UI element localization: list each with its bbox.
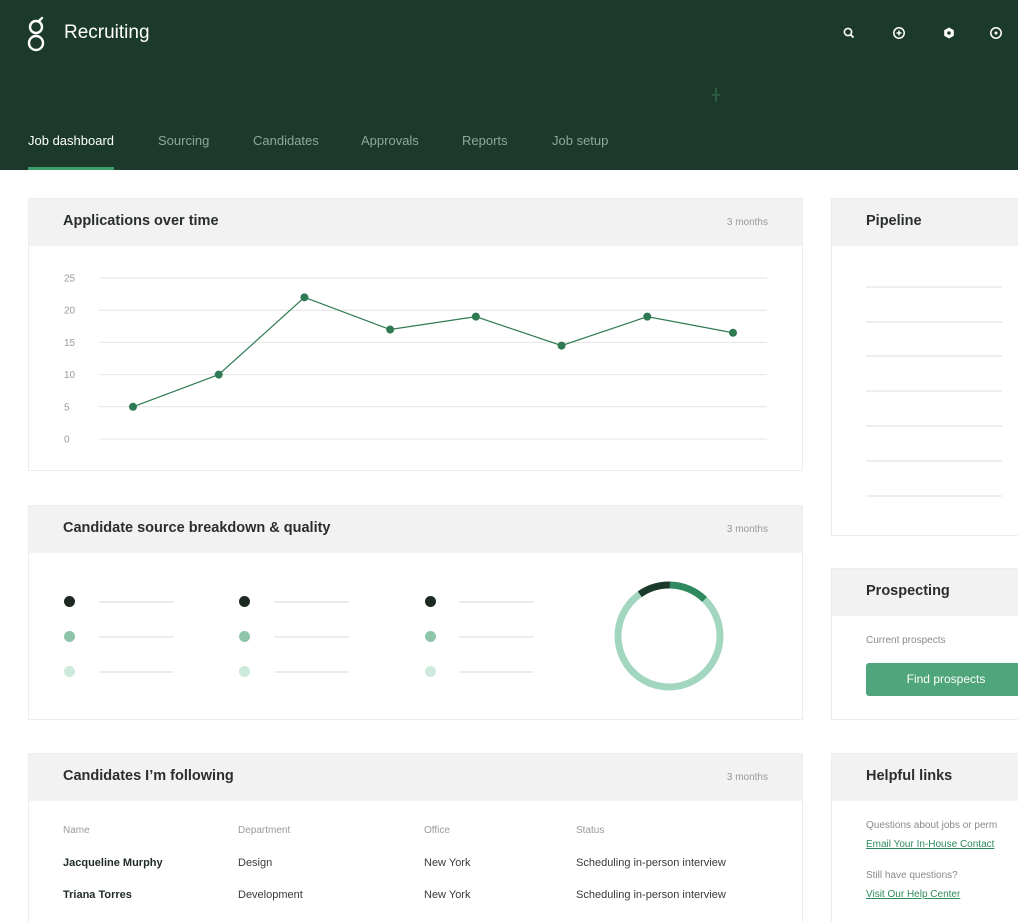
right-edge-mask (1018, 0, 1024, 921)
applications-title: Applications over time (63, 213, 219, 229)
column-header-status[interactable]: Status (576, 825, 604, 836)
y-tick-label: 10 (64, 370, 76, 381)
help-icon[interactable] (989, 26, 1003, 40)
legend-placeholder (99, 601, 174, 603)
legend-dot-mid (239, 631, 250, 642)
following-range[interactable]: 3 months (727, 772, 768, 783)
candidate-name[interactable]: Jacqueline Murphy (63, 857, 163, 869)
legend-placeholder (459, 601, 534, 603)
legend-placeholder (99, 636, 174, 638)
source-breakdown-header: Candidate source breakdown & quality 3 m… (29, 506, 802, 553)
candidate-department: Design (238, 857, 273, 869)
helpful-links-title: Helpful links (866, 768, 953, 784)
top-bar: Recruiting Job dashboard Sourcing Candid… (0, 0, 1018, 170)
donut-segment-mid (614, 581, 724, 691)
data-point[interactable] (557, 341, 566, 350)
y-tick-label: 25 (64, 274, 76, 285)
tab-job-dashboard[interactable]: Job dashboard (28, 132, 115, 170)
applications-card: Applications over time 3 months 25 20 15 10… (28, 198, 803, 471)
data-point[interactable] (471, 312, 480, 321)
app-title: Recruiting (64, 22, 150, 43)
settings-icon[interactable] (942, 26, 956, 40)
column-header-name[interactable]: Name (63, 825, 90, 836)
pipeline-placeholder-row (866, 460, 1002, 462)
candidate-office: New York (424, 889, 471, 901)
data-point[interactable] (300, 293, 309, 302)
legend-dot-light (64, 666, 75, 677)
prospecting-header: Prospecting (832, 569, 1024, 616)
applications-card-header: Applications over time 3 months (29, 199, 802, 246)
email-contact-link[interactable]: Email Your In-House Contact (866, 839, 994, 850)
donut-segment-dark (614, 581, 724, 691)
data-point[interactable] (729, 328, 737, 337)
pipeline-header: Pipeline (832, 199, 1024, 246)
legend-dot-dark (239, 596, 250, 607)
applications-range[interactable]: 3 months (727, 217, 768, 228)
tab-approvals[interactable]: Approvals (361, 132, 419, 168)
candidate-office: New York (424, 857, 471, 869)
pipeline-placeholder-row (866, 425, 1002, 427)
data-point[interactable] (214, 370, 223, 379)
pipeline-placeholder-row (866, 286, 1002, 288)
legend-placeholder (99, 671, 174, 673)
still-questions-text: Still have questions? (866, 870, 958, 881)
helpful-links-header: Helpful links (832, 754, 1024, 801)
pipeline-card: Pipeline (831, 198, 1024, 536)
candidate-status: Scheduling in-person interview (576, 889, 726, 901)
cursor-mark-icon (712, 88, 720, 102)
candidate-name[interactable]: Triana Torres (63, 889, 132, 901)
source-donut-chart (614, 581, 724, 691)
add-icon[interactable] (892, 26, 906, 40)
y-tick-label: 15 (64, 338, 76, 349)
pipeline-placeholder-row (866, 355, 1002, 357)
legend-dot-light (239, 666, 250, 677)
help-center-link[interactable]: Visit Our Help Center (866, 889, 960, 900)
legend-dot-mid (64, 631, 75, 642)
prospecting-title: Prospecting (866, 583, 950, 599)
legend-dot-dark (425, 596, 436, 607)
find-prospects-button[interactable]: Find prospects (866, 663, 1024, 696)
pipeline-placeholder-row (866, 495, 1002, 497)
search-icon[interactable] (842, 26, 856, 40)
legend-placeholder (274, 636, 349, 638)
legend-placeholder (459, 636, 534, 638)
source-breakdown-title: Candidate source breakdown & quality (63, 520, 331, 536)
y-tick-label: 0 (64, 435, 70, 446)
source-breakdown-card: Candidate source breakdown & quality 3 m… (28, 505, 803, 720)
applications-series-line (132, 296, 734, 408)
y-tick-label: 20 (64, 306, 76, 317)
legend-dot-dark (64, 596, 75, 607)
following-header: Candidates I’m following 3 months (29, 754, 802, 801)
pipeline-placeholder-row (866, 321, 1002, 323)
legend-placeholder (274, 601, 349, 603)
logo-icon[interactable] (22, 14, 50, 54)
tab-reports[interactable]: Reports (462, 132, 508, 168)
candidate-department: Development (238, 889, 303, 901)
candidate-status: Scheduling in-person interview (576, 857, 726, 869)
column-header-office[interactable]: Office (424, 825, 450, 836)
helpful-question-text: Questions about jobs or perm (866, 820, 998, 831)
applications-line-chart: 25 20 15 10 5 0 (64, 274, 767, 446)
legend-placeholder (459, 671, 534, 673)
y-tick-label: 5 (64, 402, 70, 413)
tab-sourcing[interactable]: Sourcing (158, 132, 209, 168)
pipeline-placeholder-row (866, 390, 1002, 392)
tab-candidates[interactable]: Candidates (253, 132, 319, 168)
following-title: Candidates I’m following (63, 768, 234, 784)
data-point[interactable] (643, 312, 652, 321)
source-breakdown-range[interactable]: 3 months (727, 524, 768, 535)
pipeline-title: Pipeline (866, 213, 922, 229)
legend-placeholder (274, 671, 349, 673)
legend-dot-light (425, 666, 436, 677)
data-point[interactable] (129, 402, 137, 411)
column-header-department[interactable]: Department (238, 825, 290, 836)
donut-segment-light (614, 581, 724, 691)
tab-job-setup[interactable]: Job setup (552, 132, 608, 168)
current-prospects-label: Current prospects (866, 635, 946, 646)
legend-dot-mid (425, 631, 436, 642)
data-point[interactable] (386, 325, 395, 334)
